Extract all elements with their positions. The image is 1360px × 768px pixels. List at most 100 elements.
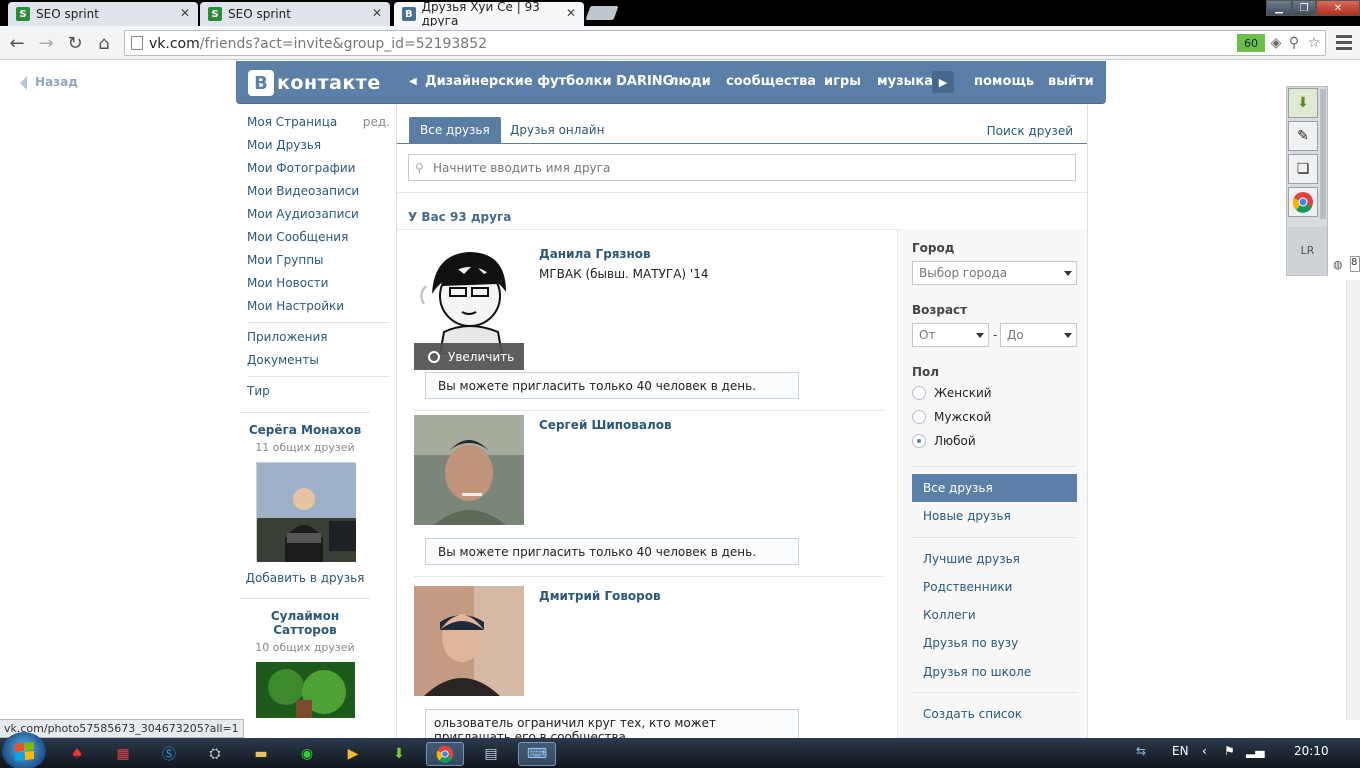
radio-button[interactable] xyxy=(912,410,926,424)
nav-group-link[interactable]: Дизайнерские футболки DARING... xyxy=(425,74,688,89)
nav-left-arrow-icon[interactable]: ◀ xyxy=(409,76,417,87)
home-icon[interactable]: ⌂ xyxy=(93,32,115,54)
zoom-photo-button[interactable]: Увеличить xyxy=(414,343,524,370)
list-best-friends[interactable]: Лучшие друзья xyxy=(912,545,1077,573)
back-arrow-icon[interactable]: ← xyxy=(6,32,28,54)
suggested-friend-photo[interactable] xyxy=(255,662,355,718)
create-list-link[interactable]: Создать список xyxy=(912,700,1077,728)
suggested-friend-photo[interactable] xyxy=(255,462,356,562)
friend-photo[interactable] xyxy=(414,244,524,354)
tab-friends-online[interactable]: Друзья онлайн xyxy=(499,117,615,143)
forward-arrow-icon[interactable]: → xyxy=(35,32,57,54)
left-menu-groups[interactable]: Мои Группы xyxy=(240,250,390,273)
address-url[interactable]: vk.com/friends?act=invite&group_id=52193… xyxy=(149,36,487,52)
sex-option-female[interactable]: Женский xyxy=(912,386,992,400)
tank-game-icon[interactable]: ⛭ xyxy=(196,742,234,766)
list-new-friends[interactable]: Новые друзья xyxy=(912,502,1077,530)
left-menu-news[interactable]: Мои Новости xyxy=(240,273,390,296)
left-menu-audio[interactable]: Мои Аудиозаписи xyxy=(240,204,390,227)
extension-counter-badge[interactable]: 60 xyxy=(1237,34,1265,52)
age-from-select[interactable]: От xyxy=(912,323,989,347)
friend-name[interactable]: Дмитрий Говоров xyxy=(539,589,661,603)
left-menu-tir[interactable]: Тир xyxy=(240,381,390,404)
tray-expand-icon[interactable]: ‹ xyxy=(1202,744,1207,758)
action-center-icon[interactable]: ⚑ xyxy=(1224,744,1235,758)
extension-scrollbar[interactable] xyxy=(1320,89,1326,219)
left-menu-my-page[interactable]: Моя Страница ред. xyxy=(240,112,390,135)
signal-tray-icon[interactable]: ▂▄ xyxy=(1246,744,1264,758)
nav-communities[interactable]: сообщества xyxy=(726,74,816,89)
friend-search-box[interactable]: ⚲ xyxy=(408,154,1076,181)
bookmark-star-icon[interactable]: ☆ xyxy=(1305,34,1323,52)
age-to-select[interactable]: До xyxy=(1000,323,1077,347)
clock[interactable]: 20:10 xyxy=(1294,744,1329,758)
sex-option-male[interactable]: Мужской xyxy=(912,410,991,424)
reload-icon[interactable]: ↻ xyxy=(64,32,86,54)
video-app-icon[interactable]: ▦ xyxy=(104,742,142,766)
chrome-taskbar-icon[interactable] xyxy=(426,742,464,766)
radio-button-selected[interactable] xyxy=(912,434,926,448)
left-menu-settings[interactable]: Мои Настройки xyxy=(240,296,390,319)
download-icon[interactable]: ⬇ xyxy=(380,742,418,766)
browser-menu-icon[interactable] xyxy=(1334,32,1354,54)
friend-search-input[interactable] xyxy=(433,159,1063,177)
radio-button[interactable] xyxy=(912,386,926,400)
nav-help[interactable]: помощь xyxy=(974,74,1034,89)
address-bar[interactable]: vk.com/friends?act=invite&group_id=52193… xyxy=(124,30,1326,56)
extension-icon[interactable]: ◈ xyxy=(1267,34,1285,52)
notepad-icon[interactable]: ▤ xyxy=(472,742,510,766)
left-menu-photos[interactable]: Мои Фотографии xyxy=(240,158,390,181)
poker-app-icon[interactable]: ♠ xyxy=(58,742,96,766)
friend-name[interactable]: Данила Грязнов xyxy=(539,247,651,261)
find-friends-link[interactable]: Поиск друзей xyxy=(987,124,1073,138)
vk-logo[interactable]: B контакте xyxy=(248,70,381,96)
left-menu-messages[interactable]: Мои Сообщения xyxy=(240,227,390,250)
torrent-icon[interactable]: ◉ xyxy=(288,742,326,766)
browser-tab-vk-friends[interactable]: B Друзья Хуи Се | 93 друга ✕ xyxy=(394,0,584,28)
side-value-box[interactable]: 8 xyxy=(1350,256,1360,272)
language-indicator[interactable]: EN xyxy=(1172,744,1189,758)
list-university-friends[interactable]: Друзья по вузу xyxy=(912,629,1077,657)
left-menu-documents[interactable]: Документы xyxy=(240,350,390,373)
layers-icon[interactable]: ❏ xyxy=(1288,154,1318,184)
list-all-friends[interactable]: Все друзья xyxy=(912,474,1077,502)
edit-link[interactable]: ред. xyxy=(363,112,390,133)
browser-tab-seo-sprint-1[interactable]: S SEO sprint ✕ xyxy=(8,2,198,26)
close-tab-icon[interactable]: ✕ xyxy=(372,6,382,20)
new-tab-button[interactable] xyxy=(585,6,619,20)
friend-university[interactable]: МГВАК (бывш. МАТУГА) '14 xyxy=(539,267,708,281)
close-tab-icon[interactable]: ✕ xyxy=(566,6,576,20)
mutual-friends-count[interactable]: 10 общих друзей xyxy=(240,641,370,654)
friend-name[interactable]: Сергей Шиповалов xyxy=(539,418,672,432)
lr-label[interactable]: LR xyxy=(1288,227,1327,274)
maximize-window-button[interactable]: ❐ xyxy=(1292,0,1316,16)
tag-icon[interactable]: ✎ xyxy=(1288,121,1318,151)
start-button[interactable] xyxy=(2,732,46,768)
nav-people[interactable]: люди xyxy=(669,74,711,89)
download-arrow-icon[interactable]: ⬇ xyxy=(1288,88,1318,118)
mutual-friends-count[interactable]: 11 общих друзей xyxy=(240,441,370,454)
list-relatives[interactable]: Родственники xyxy=(912,573,1077,601)
friend-photo[interactable] xyxy=(414,586,524,696)
skype-icon[interactable]: Ⓢ xyxy=(150,742,188,766)
close-window-button[interactable]: ✕ xyxy=(1316,0,1360,16)
left-menu-apps[interactable]: Приложения xyxy=(240,327,390,350)
nav-right-arrow-icon[interactable]: ▶ xyxy=(932,71,954,93)
list-school-friends[interactable]: Друзья по школе xyxy=(912,658,1077,686)
zoom-icon[interactable]: ⚲ xyxy=(1285,34,1303,52)
suggested-friend-name[interactable]: Сулаймон Сатторов xyxy=(240,609,370,637)
page-scrollbar[interactable] xyxy=(1346,280,1360,720)
media-icon[interactable]: ▶ xyxy=(334,742,372,766)
nav-music[interactable]: музыка xyxy=(877,74,933,89)
add-friend-link[interactable]: Добавить в друзья xyxy=(240,571,370,585)
browser-tab-seo-sprint-2[interactable]: S SEO sprint ✕ xyxy=(200,2,390,26)
nav-logout[interactable]: выйти xyxy=(1048,74,1094,89)
keyboard-icon[interactable]: ⌨ xyxy=(518,742,556,766)
left-menu-friends[interactable]: Мои Друзья xyxy=(240,135,390,158)
suggested-friend-name[interactable]: Серёга Монахов xyxy=(240,423,370,437)
close-tab-icon[interactable]: ✕ xyxy=(180,6,190,20)
back-link[interactable]: Назад xyxy=(20,75,78,90)
list-colleagues[interactable]: Коллеги xyxy=(912,601,1077,629)
network-tray-icon[interactable]: ⇆ xyxy=(1136,744,1146,758)
tab-all-friends[interactable]: Все друзья xyxy=(409,117,501,143)
